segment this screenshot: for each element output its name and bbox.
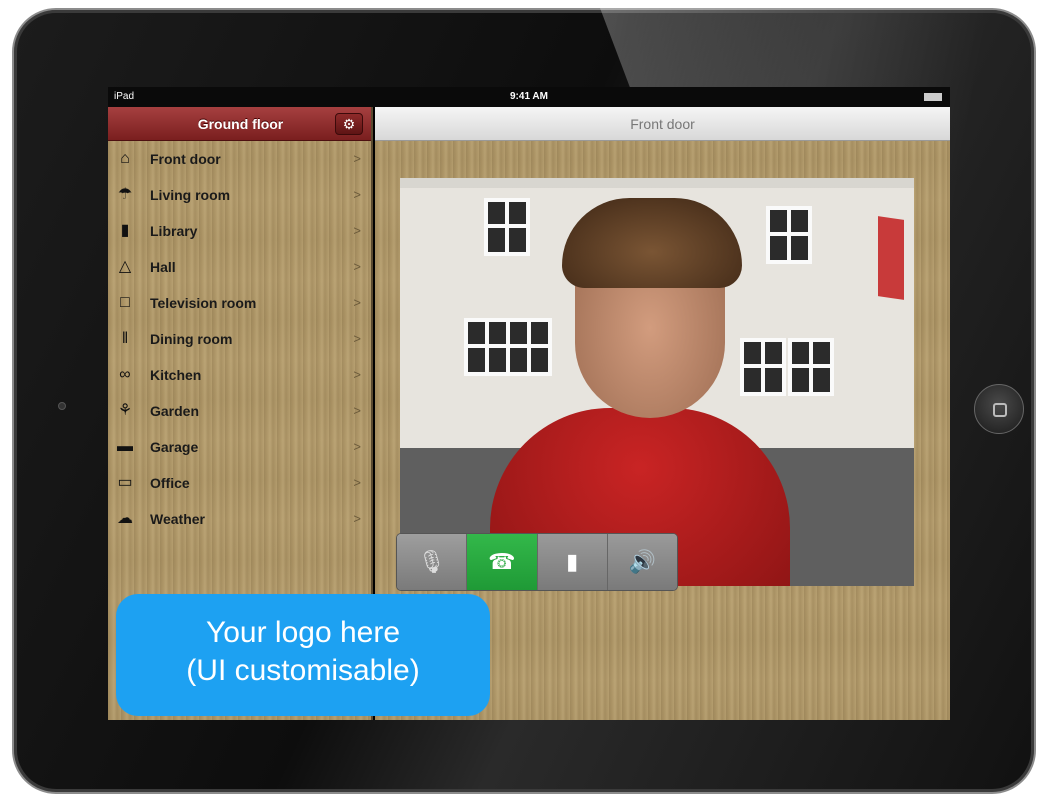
home-square-icon [993,403,1007,417]
chevron-right-icon: > [353,403,361,418]
sidebar-item-garage[interactable]: ▬ Garage > [108,429,371,465]
chevron-right-icon: > [353,475,361,490]
battery-icon [924,93,942,101]
sidebar-item-weather[interactable]: ☁ Weather > [108,501,371,537]
logo-line-2: (UI customisable) [186,654,420,687]
window [506,318,552,376]
sidebar-item-label: Office [150,475,190,491]
chevron-right-icon: > [353,295,361,310]
sidebar-item-label: Dining room [150,331,233,347]
sidebar-item-living-room[interactable]: ☂ Living room > [108,177,371,213]
window [740,338,786,396]
speaker-icon: 🔊 [628,549,657,574]
open-door-button[interactable]: ▮ [537,534,608,590]
status-bar: iPad 9:41 AM [108,87,950,107]
sidebar-item-kitchen[interactable]: ∞ Kitchen > [108,357,371,393]
sidebar-header: Ground floor ⚙ [108,107,371,141]
phone-icon: ☎ [488,549,516,574]
camera-feed [400,178,914,586]
sidebar-item-television-room[interactable]: □ Television room > [108,285,371,321]
sidebar-item-front-door[interactable]: ⌂ Front door > [108,141,371,177]
sidebar-item-label: Hall [150,259,176,275]
sidebar-item-label: Living room [150,187,231,203]
book-icon: ▮ [120,222,130,239]
window [788,338,834,396]
mute-button[interactable]: 🎙 [397,534,468,590]
home-button[interactable] [974,384,1024,434]
flag [878,216,904,300]
hanger-icon: △ [118,258,132,275]
chevron-right-icon: > [353,511,361,526]
house-icon: ⌂ [120,150,130,167]
sidebar-item-garden[interactable]: ⚘ Garden > [108,393,371,429]
window [484,198,530,256]
chevron-right-icon: > [353,187,361,202]
sidebar-item-label: Weather [150,511,205,527]
main-title: Front door [375,107,950,141]
chevron-right-icon: > [353,259,361,274]
cutlery-icon: ‖ [121,330,129,347]
monitor-icon: ▭ [117,474,133,491]
person-hair [562,198,742,288]
sidebar-item-label: Television room [150,295,257,311]
logo-line-1: Your logo here [205,616,401,649]
sidebar-item-label: Garden [150,403,200,419]
camera-dot [58,402,66,410]
lamp-icon: ☂ [117,186,133,203]
logo-placeholder: Your logo here (UI customisable) [116,594,490,716]
window [464,318,510,376]
gear-icon: ⚙ [342,116,356,132]
plant-icon: ⚘ [117,402,133,419]
chevron-right-icon: > [353,223,361,238]
speaker-button[interactable]: 🔊 [607,534,677,590]
chevron-right-icon: > [353,331,361,346]
door-icon: ▮ [566,549,579,574]
microphone-off-icon: 🎙 [417,549,446,574]
car-icon: ▬ [117,438,133,455]
sidebar-item-label: Garage [150,439,199,455]
sidebar-item-label: Library [150,223,198,239]
tv-icon: □ [120,294,130,311]
room-list: ⌂ Front door > ☂ Living room > ▮ Library > △ Ha… [108,141,371,537]
chevron-right-icon: > [353,439,361,454]
sidebar-item-label: Kitchen [150,367,202,383]
glasses-icon: ∞ [119,366,131,383]
sidebar-title: Ground floor [197,116,284,132]
call-controls: 🎙 ☎ ▮ 🔊 [396,533,678,591]
cloud-icon: ☁ [117,510,133,527]
answer-call-button[interactable]: ☎ [467,534,538,590]
sidebar-item-dining-room[interactable]: ‖ Dining room > [108,321,371,357]
settings-button[interactable]: ⚙ [335,113,363,135]
sidebar-item-label: Front door [150,151,221,167]
sidebar-item-hall[interactable]: △ Hall > [108,249,371,285]
chevron-right-icon: > [353,151,361,166]
chevron-right-icon: > [353,367,361,382]
sidebar-item-library[interactable]: ▮ Library > [108,213,371,249]
sidebar-item-office[interactable]: ▭ Office > [108,465,371,501]
window [766,206,812,264]
status-time: 9:41 AM [510,91,548,102]
